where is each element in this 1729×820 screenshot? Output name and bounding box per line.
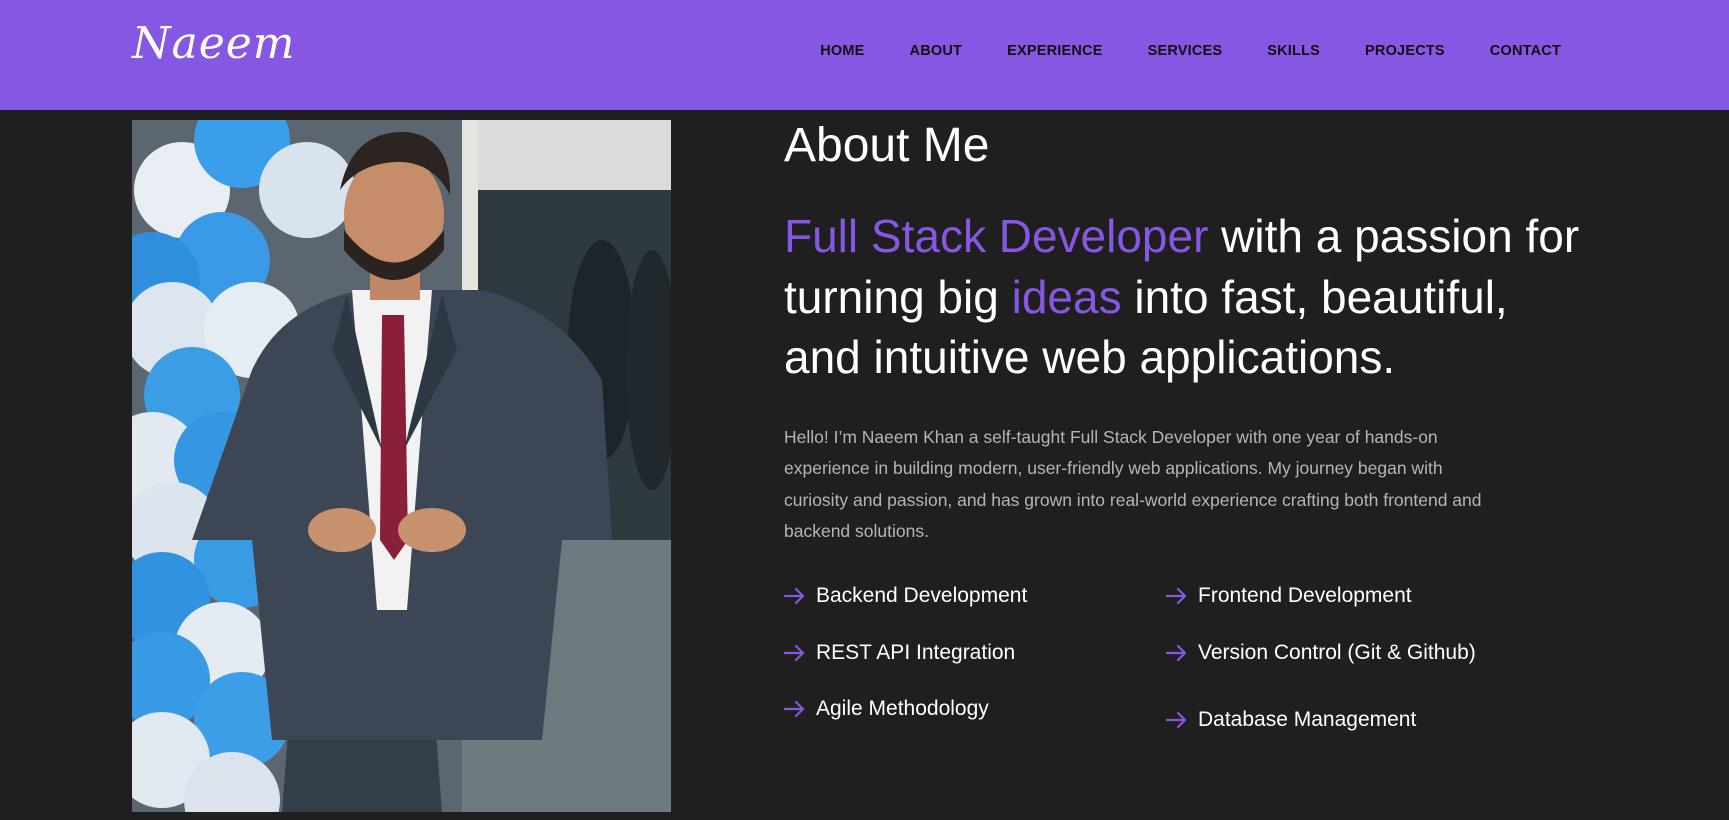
nav-link-projects[interactable]: PROJECTS [1365, 43, 1445, 59]
nav-item-projects: PROJECTS [1365, 42, 1445, 60]
nav-item-skills: SKILLS [1267, 42, 1320, 60]
site-logo[interactable]: Naeem [132, 18, 296, 69]
nav-link-skills[interactable]: SKILLS [1267, 43, 1320, 59]
nav-link-contact[interactable]: CONTACT [1490, 43, 1561, 59]
skill-item-database: Database Management [1166, 708, 1416, 732]
about-title: About Me [784, 119, 990, 172]
about-intro: Hello! I’m Naeem Khan a self-taught Full… [784, 426, 1482, 542]
nav-link-services[interactable]: SERVICES [1148, 43, 1223, 59]
profile-photo [132, 120, 671, 812]
top-navbar: Naeem HOME ABOUT EXPERIENCE SERVICES SKI… [0, 0, 1729, 110]
arrow-right-icon [1166, 711, 1187, 728]
skill-item-backend: Backend Development [784, 584, 1027, 608]
arrow-right-icon [1166, 587, 1187, 604]
skill-item-rest-api: REST API Integration [784, 641, 1015, 665]
skill-label: Frontend Development [1198, 583, 1412, 607]
skills-list: Backend Development Frontend Development… [784, 584, 1544, 744]
profile-photo-illustration [132, 120, 671, 812]
skill-label: REST API Integration [816, 640, 1016, 664]
nav-item-services: SERVICES [1148, 42, 1223, 60]
headline-accent-role: Full Stack Developer [784, 210, 1209, 262]
nav-item-experience: EXPERIENCE [1007, 42, 1102, 60]
about-headline: Full Stack Developer with a passion for … [784, 206, 1584, 388]
nav-link-about[interactable]: ABOUT [910, 43, 963, 59]
arrow-right-icon [1166, 644, 1187, 661]
nav-link-experience[interactable]: EXPERIENCE [1007, 43, 1102, 59]
arrow-right-icon [784, 587, 805, 604]
nav-item-contact: CONTACT [1490, 42, 1561, 60]
nav-menu: HOME ABOUT EXPERIENCE SERVICES SKILLS PR… [820, 42, 1561, 60]
arrow-right-icon [784, 700, 805, 717]
skill-label: Backend Development [816, 583, 1028, 607]
nav-item-home: HOME [820, 42, 864, 60]
skill-label: Version Control (Git & Github) [1198, 640, 1476, 664]
skill-item-agile: Agile Methodology [784, 697, 989, 721]
about-section: About Me Full Stack Developer with a pas… [784, 118, 1584, 744]
skill-item-frontend: Frontend Development [1166, 584, 1412, 608]
nav-link-home[interactable]: HOME [820, 43, 864, 59]
arrow-right-icon [784, 644, 805, 661]
nav-item-about: ABOUT [910, 42, 963, 60]
headline-accent-ideas: ideas [1011, 270, 1122, 323]
skill-item-version-control: Version Control (Git & Github) [1166, 641, 1476, 665]
skill-label: Agile Methodology [816, 696, 989, 720]
skill-label: Database Management [1198, 707, 1417, 731]
